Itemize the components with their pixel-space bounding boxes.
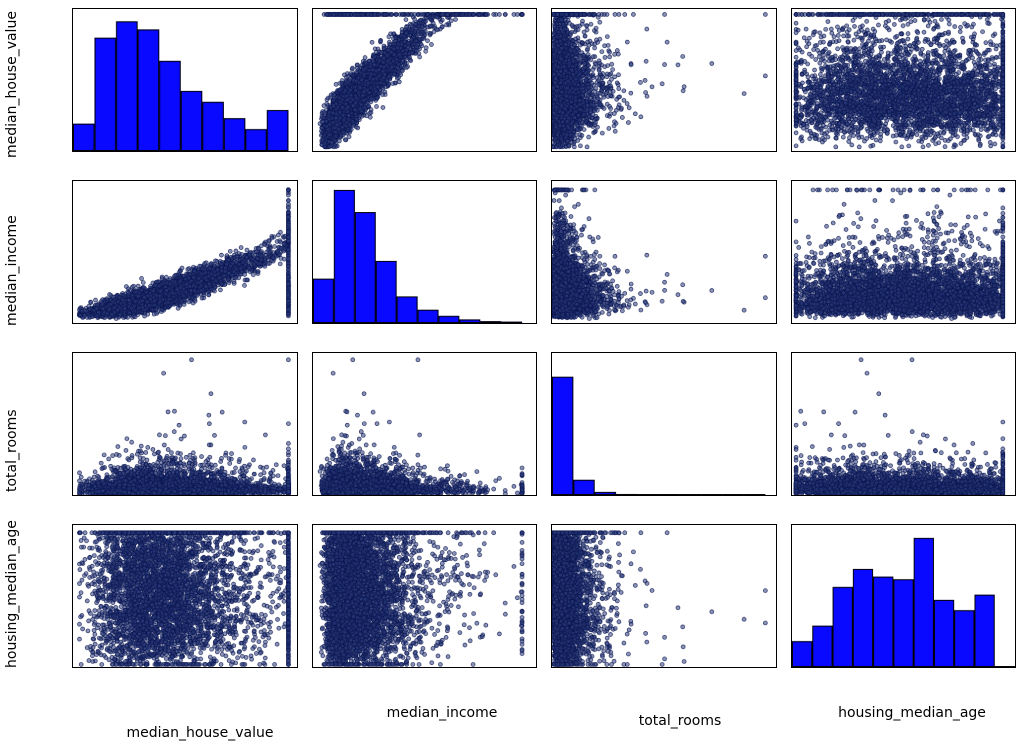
col-label-2: total_rooms	[580, 713, 780, 729]
cell-3-0: 0102030405010000020000030000040000050000…	[72, 524, 298, 668]
cell-2-0: 010000200003000040000	[72, 352, 298, 496]
row-label-1: median_income	[4, 308, 20, 326]
cell-1-2	[551, 180, 777, 324]
row-label-3: housing_median_age	[4, 650, 20, 668]
cell-0-0: 100000200000300000400000500000	[72, 8, 298, 152]
col-label-3: housing_median_age	[802, 705, 1022, 721]
cell-0-1	[312, 8, 538, 152]
scatter-matrix: 100000200000300000400000500000 246810121…	[72, 8, 1016, 668]
cell-2-1	[312, 352, 538, 496]
cell-1-1	[312, 180, 538, 324]
cell-0-3	[791, 8, 1017, 152]
cell-2-2	[551, 352, 777, 496]
cell-1-0: 2468101214	[72, 180, 298, 324]
cell-2-3	[791, 352, 1017, 496]
cell-3-1: 2468101214	[312, 524, 538, 668]
cell-3-3: 01020304050	[791, 524, 1017, 668]
row-label-0: median_house_value	[4, 140, 20, 158]
col-label-0: median_house_value	[100, 725, 300, 741]
row-label-2: total_rooms	[4, 474, 20, 492]
cell-0-2	[551, 8, 777, 152]
cell-1-3	[791, 180, 1017, 324]
cell-3-2: 010000200003000040000	[551, 524, 777, 668]
col-label-1: median_income	[342, 705, 542, 721]
